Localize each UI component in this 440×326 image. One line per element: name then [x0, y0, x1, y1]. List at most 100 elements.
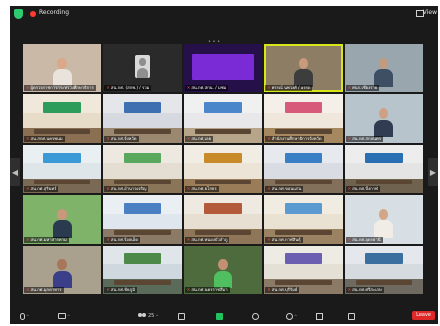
meeting-table: [33, 179, 91, 185]
more-button[interactable]: [348, 311, 355, 321]
participant-name-label: ✕สน.กศ. (สกพ.) / รวม: [104, 85, 152, 92]
meeting-table: [194, 129, 252, 135]
room-screen-banner: [204, 152, 242, 164]
participant-name-label: ✕สน.กศ.บุรีรัมย์: [265, 287, 300, 293]
participant-tile[interactable]: ✕สน.กศ.ยโสธร: [183, 144, 263, 194]
default-avatar-icon: [134, 54, 151, 79]
participant-video: [52, 259, 72, 289]
participant-video: [374, 107, 394, 137]
participants-options-caret[interactable]: ^: [155, 314, 158, 319]
participant-tile[interactable]: ✕สน.สกศ.นครพนม: [23, 94, 102, 143]
meeting-table: [114, 280, 171, 286]
video-options-caret[interactable]: ^: [67, 314, 70, 319]
smiley-icon: [286, 312, 293, 320]
room-screen-banner: [123, 102, 162, 113]
room-screen-banner: [284, 102, 323, 113]
muted-microphone-icon: ✕: [267, 236, 271, 242]
security-shield-icon[interactable]: [14, 9, 23, 19]
participant-tile[interactable]: ✕สน.กศ.จังหวัด: [103, 94, 182, 143]
reactions-button[interactable]: ^: [286, 311, 297, 321]
participant-tile[interactable]: ✕สน.กศ.บุรีรัมย์: [264, 245, 343, 294]
share-screen-button[interactable]: [216, 311, 223, 321]
participant-tile[interactable]: ✕สน.กศ.บึงกาฬ: [344, 144, 423, 194]
participant-tile[interactable]: ✕สน.กศ.อำนาจเจริญ: [103, 144, 182, 194]
participant-video: [213, 259, 233, 289]
muted-microphone-icon: ✕: [186, 135, 191, 141]
chat-button[interactable]: [178, 311, 185, 321]
participant-tile[interactable]: ✕สน.กศ.ศรีสะเกษ: [344, 245, 423, 294]
video-button[interactable]: ^: [58, 311, 70, 321]
microphone-icon: [20, 312, 25, 320]
participant-tile[interactable]: ✕ศนก.เชียงราย: [344, 44, 423, 93]
record-button[interactable]: [252, 311, 259, 321]
room-screen-banner: [284, 152, 323, 164]
participant-name: สน.สกศ.นครพนม: [30, 135, 63, 141]
participant-name: สน.กศ.สกลนคร: [352, 135, 381, 141]
participant-tile[interactable]: ✕ศรรณ์ นพวงศ์ / อรรถ: [264, 44, 343, 93]
participant-tile[interactable]: ✕สน.กศ.มหาสารคาม: [23, 195, 102, 244]
record-icon: [252, 312, 259, 320]
mute-button[interactable]: ^: [20, 311, 29, 321]
participant-tile[interactable]: ✕สน.กศ.สกน. / มชม: [183, 44, 263, 93]
participant-name-label: ✕สำนักงานศึกษาธิการจังหวัด: [265, 135, 324, 142]
muted-microphone-icon: ✕: [267, 85, 271, 91]
participant-tile[interactable]: ✕สำนักงานศึกษาธิการจังหวัด: [264, 94, 343, 143]
participants-button[interactable]: 25 ^: [138, 311, 159, 321]
participant-name-label: ✕สน.กศ.สกน. / มชม: [184, 85, 229, 92]
participant-name-label: ✕สน.กศ.ยโสธร: [184, 186, 219, 193]
muted-microphone-icon: ✕: [26, 186, 30, 192]
participant-tile[interactable]: ✕สน.กศ.สุรินทร์: [23, 144, 102, 194]
muted-microphone-icon: ✕: [267, 186, 271, 192]
apps-icon: [316, 312, 323, 320]
muted-microphone-icon: ✕: [106, 85, 110, 91]
apps-button[interactable]: [316, 311, 323, 321]
room-screen-banner: [284, 253, 323, 264]
muted-microphone-icon: ✕: [106, 135, 110, 141]
participant-tile[interactable]: ✕สน.กศ.หนองบัวลำภู: [183, 195, 263, 244]
participant-tile[interactable]: ✕สน.กศ.กาฬสินธุ์: [264, 195, 343, 244]
participant-name: สน.กศ.กาฬสินธุ์: [271, 236, 301, 242]
recording-dot-icon: [30, 11, 36, 17]
chevron-right-icon: ▶: [429, 167, 437, 177]
participant-video: [52, 208, 72, 238]
mute-options-caret[interactable]: ^: [26, 314, 29, 319]
muted-microphone-icon: ✕: [26, 135, 30, 141]
participant-head: [379, 57, 389, 69]
participant-tile[interactable]: ✕สน.กศ.ขอนแก่น: [264, 144, 343, 194]
participant-name: สน.กศ. (สกพ.) / รวม: [110, 85, 150, 91]
participant-tile[interactable]: ✕สน.กศ.ร้อยเอ็ด: [103, 195, 182, 244]
muted-microphone-icon: ✕: [106, 236, 110, 242]
muted-microphone-icon: ✕: [106, 186, 110, 192]
recording-label[interactable]: Recording: [39, 9, 69, 16]
participant-head: [379, 107, 389, 119]
participant-tile[interactable]: ✕สน.กศ.อุดรธานี: [344, 195, 423, 244]
participant-name: สน.กศ.จังหวัด: [110, 135, 137, 141]
view-button[interactable]: View: [423, 9, 437, 16]
participant-tile[interactable]: ✕สน.กศ.นครราชสีมา: [183, 245, 263, 294]
participant-tile[interactable]: ✕สน.กศ.มุกดาหาร: [23, 245, 102, 294]
meeting-table: [355, 280, 412, 286]
leave-button[interactable]: Leave: [412, 311, 435, 320]
participant-name: สน.กศ.ยโสธร: [191, 186, 217, 192]
muted-microphone-icon: ✕: [26, 236, 30, 242]
participant-head: [298, 57, 309, 69]
meeting-table: [275, 129, 332, 135]
participant-tile[interactable]: ✕สน.กศ. (สกพ.) / รวม: [103, 44, 182, 93]
participant-tile[interactable]: ✕สน.กศ.เลย: [183, 94, 263, 143]
chevron-left-icon: ◀: [11, 167, 19, 177]
participant-tile[interactable]: ✕ผู้ตรวจราชการกระทรวงศึกษาธิการ: [23, 44, 102, 93]
participant-name-label: ✕สน.กศ.สกลนคร: [345, 135, 383, 142]
participant-name-label: ✕สน.กศ.สุรินทร์: [24, 186, 59, 193]
participant-name-label: ✕สน.กศ.หนองบัวลำภู: [184, 236, 230, 243]
meeting-table: [194, 230, 252, 235]
participant-name: สำนักงานศึกษาธิการจังหวัด: [271, 135, 322, 141]
previous-page-button[interactable]: ◀: [10, 158, 20, 186]
participant-tile[interactable]: ✕สน.กศ.สกลนคร: [344, 94, 423, 143]
participant-body: [52, 69, 72, 87]
participant-name: สน.กศ.สกน. / มชม: [191, 85, 227, 91]
next-page-button[interactable]: ▶: [428, 158, 438, 186]
reactions-options-caret[interactable]: ^: [294, 314, 297, 319]
participant-tile[interactable]: ✕สน.กศ.ชัยภูมิ: [103, 245, 182, 294]
participant-name: สน.กศ.มหาสารคาม: [30, 236, 67, 242]
meeting-toolbar: ^ ^ 25 ^ ^ Leave: [10, 307, 438, 324]
